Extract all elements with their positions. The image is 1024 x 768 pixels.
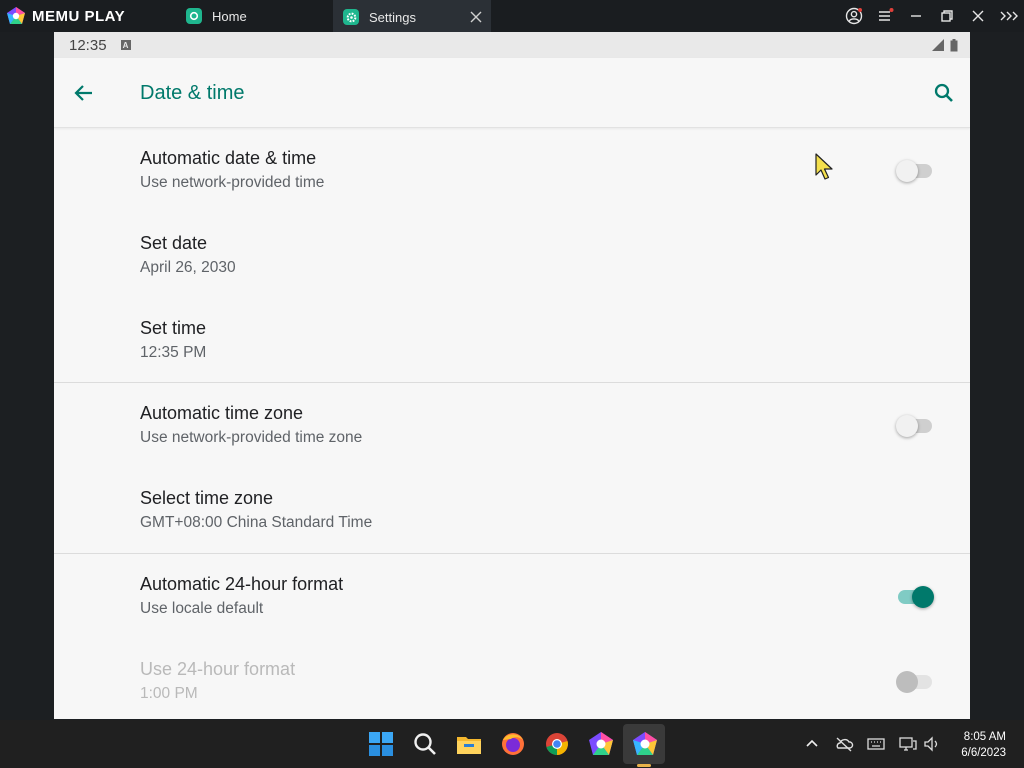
minimize-icon xyxy=(910,15,921,17)
active-app-indicator xyxy=(637,764,651,767)
back-arrow-icon[interactable] xyxy=(72,81,96,105)
app-bar: Date & time xyxy=(54,58,970,128)
use-24-hour-format-switch xyxy=(896,668,934,694)
notification-a-icon: A xyxy=(120,40,131,50)
automatic-24-hour-format-switch[interactable] xyxy=(896,583,934,609)
memu-brand-text: MEMU PLAY xyxy=(32,7,126,25)
setting-label: Automatic date & time xyxy=(140,148,317,168)
network-icon[interactable] xyxy=(898,734,918,754)
settings-gear-icon xyxy=(343,9,359,25)
setting-set-time[interactable]: Set time 12:35 PM xyxy=(54,298,970,383)
setting-set-date[interactable]: Set date April 26, 2030 xyxy=(54,213,970,298)
account-icon xyxy=(845,7,862,25)
automatic-date-time-switch[interactable] xyxy=(896,157,934,183)
home-tab-icon xyxy=(186,8,202,24)
tab-settings-label: Settings xyxy=(369,9,416,25)
clock-time: 8:05 AM xyxy=(963,731,1006,743)
chevrons-right-icon xyxy=(1000,11,1018,21)
memu-play-icon[interactable] xyxy=(631,730,659,758)
file-explorer-icon[interactable] xyxy=(455,730,483,758)
setting-summary: 12:35 PM xyxy=(140,344,207,361)
restore-icon xyxy=(940,10,953,22)
signal-icon xyxy=(932,39,944,51)
setting-summary: Use network-provided time zone xyxy=(140,429,363,446)
account-button[interactable] xyxy=(838,0,869,32)
setting-summary: Use locale default xyxy=(140,600,264,617)
setting-label: Automatic 24-hour format xyxy=(140,574,344,594)
search-icon[interactable] xyxy=(932,81,956,105)
restore-button[interactable] xyxy=(931,0,962,32)
system-clock[interactable]: 8:05 AM 6/6/2023 xyxy=(961,729,1006,761)
memu-gem-icon xyxy=(7,7,25,24)
android-status-bar: 12:35 A xyxy=(54,32,970,58)
window-controls xyxy=(838,0,1024,32)
search-icon[interactable] xyxy=(411,730,439,758)
close-window-button[interactable] xyxy=(962,0,993,32)
setting-label: Set time xyxy=(140,318,207,338)
tab-home[interactable]: Home xyxy=(178,0,332,32)
setting-summary: 1:00 PM xyxy=(140,685,198,702)
page-title: Date & time xyxy=(140,82,245,104)
chevron-up-icon[interactable] xyxy=(802,734,822,754)
tab-close-icon[interactable] xyxy=(469,10,483,24)
setting-select-time-zone[interactable]: Select time zone GMT+08:00 China Standar… xyxy=(54,468,970,553)
close-icon xyxy=(972,10,983,22)
battery-icon xyxy=(950,38,958,51)
setting-use-24-hour-format: Use 24-hour format 1:00 PM xyxy=(54,639,970,719)
setting-automatic-time-zone[interactable]: Automatic time zone Use network-provided… xyxy=(54,383,970,468)
firefox-icon[interactable] xyxy=(499,730,527,758)
menu-button[interactable] xyxy=(869,0,900,32)
windows-start-icon[interactable] xyxy=(367,730,395,758)
setting-summary: April 26, 2030 xyxy=(140,259,236,276)
expand-sidebar-button[interactable] xyxy=(993,0,1024,32)
windows-taskbar: 8:05 AM 6/6/2023 xyxy=(0,720,1024,768)
setting-automatic-24-hour-format[interactable]: Automatic 24-hour format Use locale defa… xyxy=(54,554,970,639)
tab-settings[interactable]: Settings xyxy=(333,0,491,32)
memu-logo: MEMU PLAY xyxy=(0,0,170,32)
setting-label: Select time zone xyxy=(140,488,274,508)
setting-label: Set date xyxy=(140,233,208,253)
minimize-button[interactable] xyxy=(900,0,931,32)
setting-label: Use 24-hour format xyxy=(140,659,296,679)
mouse-pointer-icon xyxy=(815,153,833,180)
automatic-time-zone-switch[interactable] xyxy=(896,412,934,438)
status-time: 12:35 xyxy=(69,36,107,54)
clock-date: 6/6/2023 xyxy=(961,747,1006,759)
keyboard-icon[interactable] xyxy=(866,734,886,754)
emulator-title-bar: MEMU PLAY Home Settings xyxy=(0,0,1024,32)
tab-home-label: Home xyxy=(212,8,247,24)
setting-summary: GMT+08:00 China Standard Time xyxy=(140,514,373,531)
onedrive-offline-icon[interactable] xyxy=(834,734,854,754)
android-screen: 12:35 A Date & time Automatic date & tim… xyxy=(54,32,970,719)
memu-multi-instance-icon[interactable] xyxy=(587,730,615,758)
volume-icon[interactable] xyxy=(922,734,942,754)
hamburger-menu-icon xyxy=(878,8,893,21)
setting-summary: Use network-provided time xyxy=(140,174,325,191)
setting-label: Automatic time zone xyxy=(140,403,304,423)
chrome-icon[interactable] xyxy=(543,730,571,758)
